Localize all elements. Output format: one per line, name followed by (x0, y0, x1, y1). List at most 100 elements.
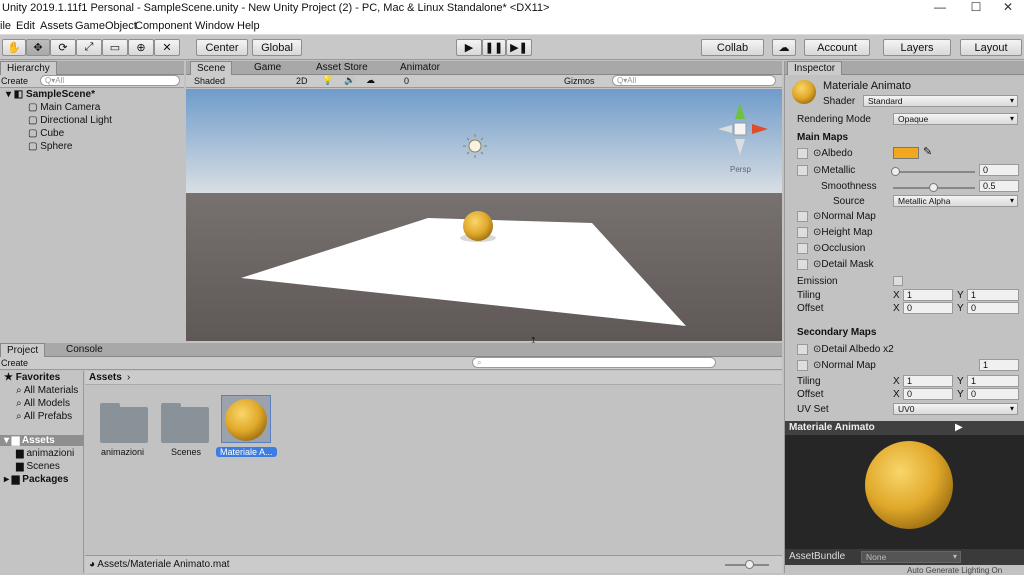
minimize-icon[interactable]: — (924, 0, 956, 18)
hierarchy-item-cube[interactable]: ▢ Cube (28, 128, 64, 139)
scene-search-input[interactable]: Q▾All (612, 75, 776, 86)
favorites-item[interactable]: ★ Favorites (4, 372, 60, 383)
offset2-y-field[interactable]: 0 (967, 388, 1019, 400)
scene-root-item[interactable]: ▾ ◧ SampleScene* (6, 89, 95, 100)
scale-tool-icon[interactable]: ⤢ (76, 39, 102, 56)
audio-toggle-icon[interactable]: 🔊 (344, 75, 355, 86)
tab-hierarchy[interactable]: Hierarchy (0, 61, 57, 75)
sphere-object[interactable] (463, 211, 493, 241)
smoothness-value-field[interactable]: 0.5 (979, 180, 1019, 192)
folder-animazioni[interactable]: ▆ animazioni (16, 448, 74, 459)
albedo-color-swatch[interactable] (893, 147, 919, 159)
menu-edit[interactable]: Edit (16, 20, 35, 32)
tiling-x-field[interactable]: 1 (903, 289, 953, 301)
menu-help[interactable]: Help (237, 20, 260, 32)
menu-file[interactable]: ile (0, 20, 11, 32)
rotate-tool-icon[interactable]: ⟳ (50, 39, 76, 56)
hierarchy-item-main-camera[interactable]: ▢ Main Camera (28, 102, 100, 113)
metallic-label[interactable]: ⊙Metallic (813, 165, 855, 176)
source-dropdown[interactable]: Metallic Alpha (893, 195, 1018, 207)
assetbundle-dropdown[interactable]: None (861, 551, 961, 563)
hierarchy-search-input[interactable]: Q▾All (40, 75, 180, 86)
occlusion-slot[interactable] (797, 243, 808, 254)
project-create-button[interactable]: Create (1, 358, 28, 368)
breadcrumb-assets[interactable]: Assets (89, 372, 122, 383)
shading-mode-dropdown[interactable]: Shaded (194, 76, 225, 86)
emission-checkbox[interactable] (893, 276, 903, 286)
occlusion-label[interactable]: ⊙Occlusion (813, 243, 865, 254)
menu-window[interactable]: Window (195, 20, 234, 32)
transform-tool-icon[interactable]: ⊕ (128, 39, 154, 56)
scene-viewport[interactable]: Persp (186, 89, 782, 341)
hidden-objects-count[interactable]: 0 (404, 76, 409, 86)
tab-console[interactable]: Console (60, 343, 109, 357)
shader-dropdown[interactable]: Standard (863, 95, 1018, 107)
metallic-knob[interactable] (891, 167, 900, 176)
secondary-normal-slot[interactable] (797, 360, 808, 371)
albedo-texture-slot[interactable] (797, 148, 808, 159)
hand-tool-icon[interactable]: ✋ (2, 39, 26, 56)
layers-dropdown[interactable]: Layers (883, 39, 951, 56)
tab-animator[interactable]: Animator (394, 61, 446, 75)
project-search-input[interactable]: ⌕ (472, 357, 716, 368)
tiling-y-field[interactable]: 1 (967, 289, 1019, 301)
tab-game[interactable]: Game (248, 61, 287, 75)
rendering-mode-dropdown[interactable]: Opaque (893, 113, 1018, 125)
menu-gameobject[interactable]: GameObject (75, 20, 137, 32)
custom-tool-icon[interactable]: ✕ (154, 39, 180, 56)
layout-dropdown[interactable]: Layout (960, 39, 1022, 56)
material-preview-viewport[interactable] (785, 435, 1024, 563)
normal-map-slot[interactable] (797, 211, 808, 222)
mode-2d-toggle[interactable]: 2D (296, 76, 308, 86)
hierarchy-create-button[interactable]: Create (1, 76, 28, 86)
detail-albedo-slot[interactable] (797, 344, 808, 355)
folder-scenes[interactable]: ▆ Scenes (16, 461, 60, 472)
secondary-normal-label[interactable]: ⊙Normal Map (813, 360, 876, 371)
account-dropdown[interactable]: Account (804, 39, 870, 56)
metallic-value-field[interactable]: 0 (979, 164, 1019, 176)
step-button[interactable]: ▶❚ (506, 39, 532, 56)
eyedropper-icon[interactable]: ✎ (923, 145, 932, 158)
cloud-icon[interactable]: ☁ (772, 39, 796, 56)
smoothness-knob[interactable] (929, 183, 938, 192)
gizmos-dropdown[interactable]: Gizmos (564, 76, 595, 86)
fav-all-materials[interactable]: ⌕ All Materials (16, 385, 78, 396)
detail-albedo-label[interactable]: ⊙Detail Albedo x2 (813, 344, 894, 355)
lighting-toggle-icon[interactable]: 💡 (322, 75, 333, 86)
tab-project[interactable]: Project (0, 343, 46, 357)
height-map-label[interactable]: ⊙Height Map (813, 227, 873, 238)
fav-all-models[interactable]: ⌕ All Models (16, 398, 70, 409)
tiling2-x-field[interactable]: 1 (903, 375, 953, 387)
folder-grid-animazioni-icon[interactable] (100, 403, 148, 443)
pivot-center-button[interactable]: Center (196, 39, 248, 56)
material-thumbnail[interactable] (221, 395, 271, 443)
uv-set-dropdown[interactable]: UV0 (893, 403, 1018, 415)
thumbnail-size-knob[interactable] (745, 560, 754, 569)
menu-assets[interactable]: Assets (40, 20, 73, 32)
tab-scene[interactable]: Scene (190, 61, 233, 75)
albedo-label[interactable]: ⊙Albedo (813, 148, 853, 159)
close-icon[interactable]: ✕ (992, 0, 1024, 18)
preview-play-icon[interactable]: ▶ (955, 422, 963, 433)
move-tool-icon[interactable]: ✥ (26, 39, 50, 56)
offset-y-field[interactable]: 0 (967, 302, 1019, 314)
metallic-texture-slot[interactable] (797, 165, 808, 176)
offset2-x-field[interactable]: 0 (903, 388, 953, 400)
menu-component[interactable]: Component (135, 20, 192, 32)
pivot-global-button[interactable]: Global (252, 39, 302, 56)
play-button[interactable]: ▶ (456, 39, 482, 56)
detail-mask-slot[interactable] (797, 259, 808, 270)
effects-toggle-icon[interactable]: ☁ (366, 75, 375, 86)
fav-all-prefabs[interactable]: ⌕ All Prefabs (16, 411, 72, 422)
height-map-slot[interactable] (797, 227, 808, 238)
assets-folder-item[interactable]: ▾ ▆ Assets (0, 435, 84, 446)
metallic-slider[interactable] (893, 171, 975, 173)
folder-grid-scenes-icon[interactable] (161, 403, 209, 443)
packages-folder-item[interactable]: ▸ ▆ Packages (4, 474, 68, 485)
tab-inspector[interactable]: Inspector (787, 61, 843, 75)
maximize-icon[interactable]: ☐ (960, 0, 992, 18)
tab-asset-store[interactable]: Asset Store (310, 61, 374, 75)
pause-button[interactable]: ❚❚ (482, 39, 506, 56)
detail-mask-label[interactable]: ⊙Detail Mask (813, 259, 874, 270)
tiling2-y-field[interactable]: 1 (967, 375, 1019, 387)
